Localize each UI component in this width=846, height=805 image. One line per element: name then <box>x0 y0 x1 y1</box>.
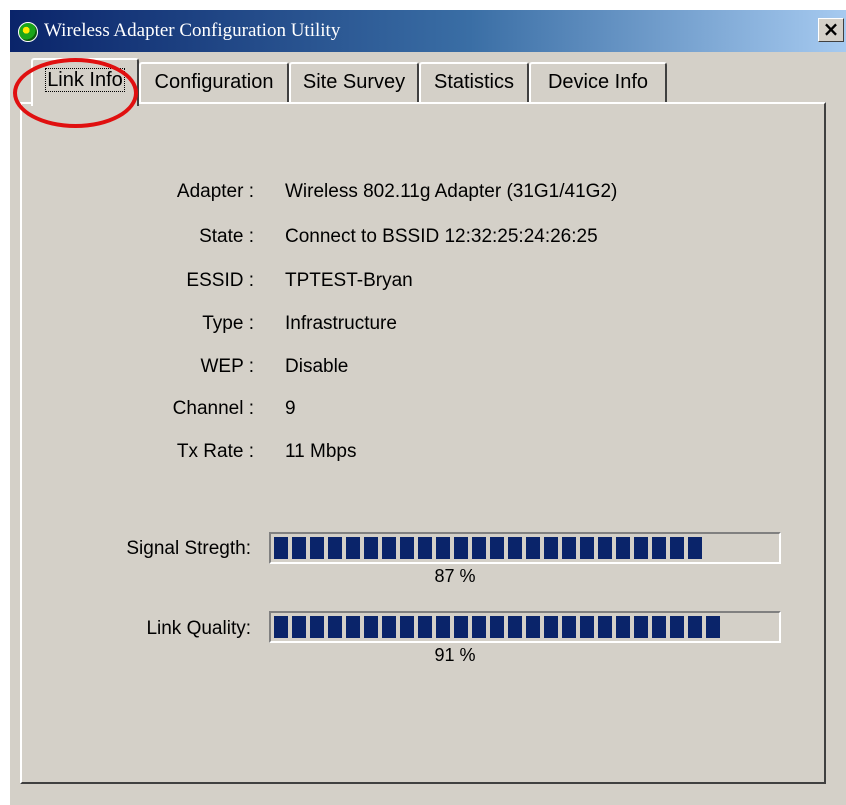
link-quality-percent: 91 % <box>434 645 476 665</box>
essid-value: TPTEST-Bryan <box>285 270 413 291</box>
type-label: Type : <box>202 313 254 334</box>
tab-statistics-label: Statistics <box>433 71 515 93</box>
tab-site-survey[interactable]: Site Survey <box>289 62 419 102</box>
close-icon: × <box>822 17 840 41</box>
app-globe-icon <box>18 22 38 42</box>
tab-statistics[interactable]: Statistics <box>419 62 529 102</box>
link-info-panel: Adapter : Wireless 802.11g Adapter (31G1… <box>20 102 826 784</box>
wep-value: Disable <box>285 356 349 377</box>
type-value: Infrastructure <box>285 313 397 334</box>
link-quality-bar <box>269 611 781 643</box>
adapter-value: Wireless 802.11g Adapter (31G1/41G2) <box>285 181 618 202</box>
tab-device-info-label: Device Info <box>547 71 649 93</box>
tab-configuration[interactable]: Configuration <box>139 62 289 102</box>
tx-rate-value: 11 Mbps <box>285 441 357 462</box>
channel-label: Channel : <box>172 398 254 419</box>
link-quality-fill <box>274 616 720 638</box>
signal-strength-percent: 87 % <box>434 566 476 586</box>
tab-site-survey-label: Site Survey <box>302 71 406 93</box>
highlight-circle <box>13 58 138 128</box>
window-title: Wireless Adapter Configuration Utility <box>44 20 341 41</box>
title-bar[interactable]: Wireless Adapter Configuration Utility × <box>10 10 846 52</box>
state-label: State : <box>199 226 254 247</box>
state-value: Connect to BSSID 12:32:25:24:26:25 <box>285 226 598 247</box>
tab-configuration-label: Configuration <box>154 71 274 93</box>
essid-label: ESSID : <box>186 270 254 291</box>
adapter-label: Adapter : <box>176 181 254 202</box>
wep-label: WEP : <box>200 356 255 377</box>
link-quality-label: Link Quality: <box>146 618 251 639</box>
signal-strength-label: Signal Stregth: <box>126 538 251 559</box>
channel-value: 9 <box>285 398 296 419</box>
signal-strength-bar <box>269 532 781 564</box>
signal-strength-fill <box>274 537 702 559</box>
tab-device-info[interactable]: Device Info <box>529 62 667 102</box>
tx-rate-label: Tx Rate : <box>176 441 254 462</box>
close-button[interactable]: × <box>818 18 844 42</box>
